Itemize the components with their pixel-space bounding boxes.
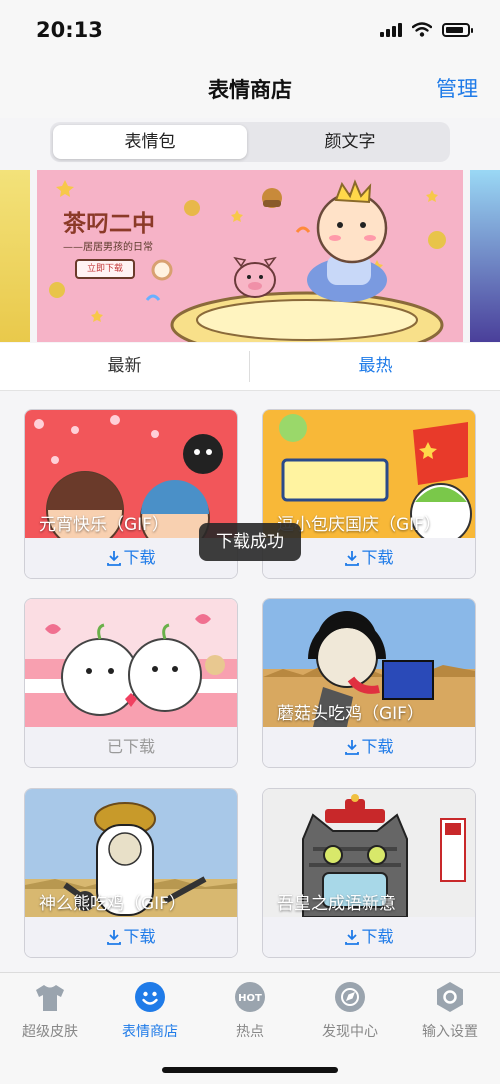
banner-carousel[interactable]: 茶叼二中 ——居居男孩的日常 立即下载 — [0, 170, 500, 342]
pack-thumbnail — [25, 599, 237, 727]
svg-text:HOT: HOT — [238, 993, 262, 1004]
pack-card[interactable]: 吾皇之成语新意 下载 — [262, 788, 476, 958]
banner-subtitle: ——居居男孩的日常 — [63, 242, 153, 253]
banner-next-preview[interactable] — [470, 170, 500, 342]
wifi-icon — [412, 22, 432, 37]
banner-title: 茶叼二中 — [63, 211, 155, 237]
pack-name: 吾皇之成语新意 — [277, 894, 396, 914]
status-bar: 20:13 — [0, 0, 500, 60]
pack-card[interactable]: 已下载 — [24, 598, 238, 768]
page-title: 表情商店 — [208, 78, 292, 102]
toast-message: 下载成功 — [199, 523, 301, 561]
banner-illustration — [49, 179, 446, 342]
tab-super-skin[interactable]: 超级皮肤 — [0, 981, 100, 1041]
download-label: 下载 — [123, 548, 156, 567]
pack-name: 逗小包庆国庆（GIF） — [277, 515, 441, 535]
tab-input-settings[interactable]: 输入设置 — [400, 981, 500, 1041]
download-button[interactable]: 下载 — [263, 917, 475, 957]
tab-newest[interactable]: 最新 — [0, 343, 249, 390]
home-indicator[interactable] — [162, 1067, 338, 1073]
manage-button[interactable]: 管理 — [436, 73, 478, 103]
banner-prev-preview[interactable] — [0, 170, 30, 342]
pack-name: 神么熊吃鸡（GIF） — [39, 894, 186, 914]
banner-download-button[interactable]: 立即下载 — [75, 259, 135, 279]
cellular-signal-icon — [380, 22, 402, 37]
download-icon — [345, 930, 360, 945]
download-label: 下载 — [361, 737, 394, 756]
status-icons — [380, 22, 473, 37]
pack-thumbnail: 蘑菇头吃鸡（GIF） — [263, 599, 475, 727]
tab-label: 热点 — [236, 1024, 264, 1040]
download-icon — [345, 740, 360, 755]
compass-icon — [335, 982, 365, 1012]
shirt-icon — [36, 985, 64, 1011]
tab-label: 输入设置 — [422, 1024, 478, 1040]
tab-hottest[interactable]: 最热 — [251, 343, 500, 390]
tab-label: 发现中心 — [322, 1024, 378, 1040]
hot-icon: HOT — [235, 982, 265, 1012]
pack-thumbnail: 吾皇之成语新意 — [263, 789, 475, 917]
sort-tabs: 最新 最热 — [0, 343, 500, 391]
download-button[interactable]: 下载 — [263, 727, 475, 767]
sort-divider — [249, 351, 250, 382]
nav-bar: 表情商店 管理 — [0, 60, 500, 118]
pack-illustration — [25, 614, 237, 727]
download-label: 下载 — [123, 927, 156, 946]
download-icon — [345, 551, 360, 566]
download-label: 下载 — [361, 927, 394, 946]
tab-label: 超级皮肤 — [22, 1024, 78, 1040]
pack-card[interactable]: 神么熊吃鸡（GIF） 下载 — [24, 788, 238, 958]
pack-thumbnail: 元宵快乐（GIF） — [25, 410, 237, 538]
tab-discover[interactable]: 发现中心 — [300, 981, 400, 1041]
pack-thumbnail: 神么熊吃鸡（GIF） — [25, 789, 237, 917]
pack-name: 元宵快乐（GIF） — [39, 515, 169, 535]
tab-label: 表情商店 — [122, 1024, 178, 1040]
gear-icon — [437, 982, 463, 1012]
pack-card[interactable]: 蘑菇头吃鸡（GIF） 下载 — [262, 598, 476, 768]
tab-hot[interactable]: HOT 热点 — [200, 981, 300, 1041]
download-label: 下载 — [361, 548, 394, 567]
smiley-icon — [135, 982, 165, 1012]
category-segmented-control: 表情包 颜文字 — [50, 122, 450, 162]
downloaded-label: 已下载 — [25, 727, 237, 767]
pack-thumbnail: 逗小包庆国庆（GIF） — [263, 410, 475, 538]
segment-kaomoji[interactable]: 颜文字 — [253, 125, 447, 159]
pack-name: 蘑菇头吃鸡（GIF） — [277, 704, 424, 724]
download-button[interactable]: 下载 — [25, 917, 237, 957]
tab-emoji-store[interactable]: 表情商店 — [100, 981, 200, 1041]
battery-icon — [442, 22, 473, 37]
segment-emoji-packs[interactable]: 表情包 — [53, 125, 247, 159]
banner-slide[interactable]: 茶叼二中 ——居居男孩的日常 立即下载 — [37, 170, 463, 342]
download-icon — [107, 551, 122, 566]
download-icon — [107, 930, 122, 945]
status-time: 20:13 — [36, 18, 103, 42]
